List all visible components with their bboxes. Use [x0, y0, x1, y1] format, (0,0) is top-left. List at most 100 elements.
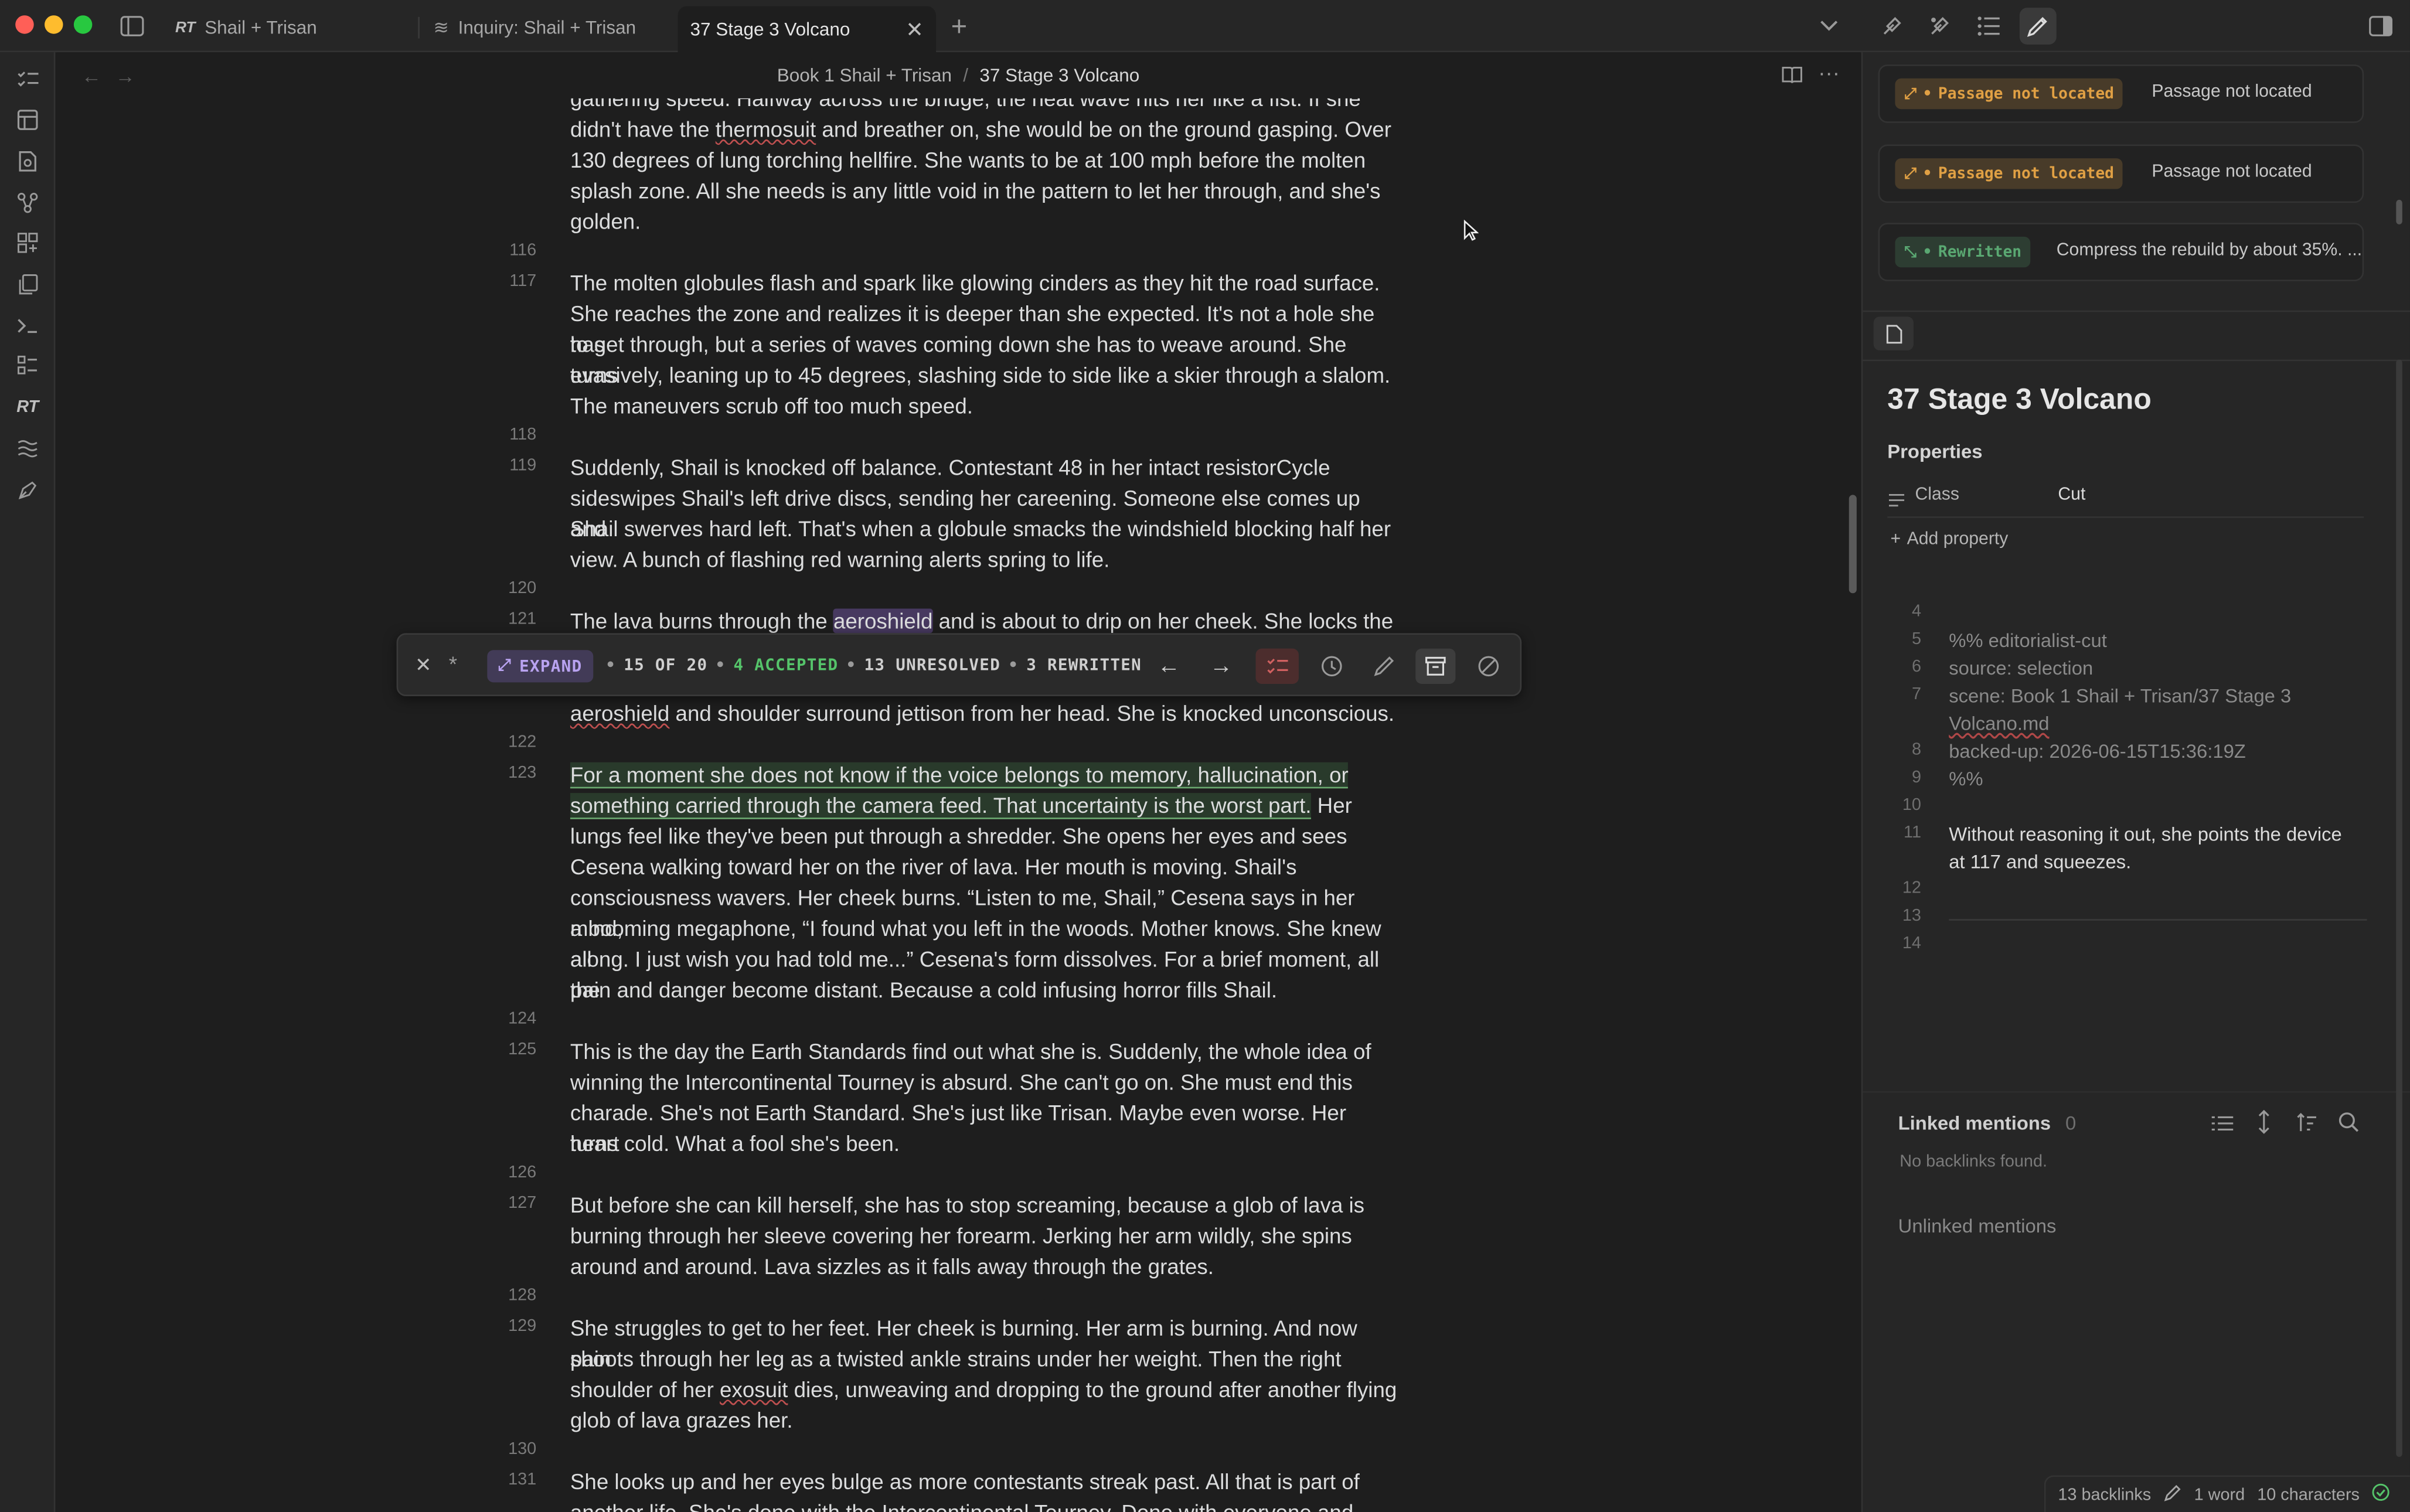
note-content[interactable]: gathering speed. Halfway across the brid… [57, 98, 1860, 1512]
copy-pages-icon[interactable] [14, 271, 42, 298]
text-line[interactable]: something carried through the camera fee… [570, 790, 1400, 820]
embed-line-text[interactable]: %% editorialist-cut [1949, 627, 2379, 655]
tab-37-stage-3-volcano[interactable]: 37 Stage 3 Volcano ✕ [678, 6, 937, 53]
editorialist-pen-icon[interactable] [2019, 8, 2057, 45]
checklist-icon[interactable] [14, 66, 42, 94]
editor-scrollbar[interactable] [1849, 495, 1857, 594]
backlinks-count[interactable]: 13 backlinks [2058, 1486, 2151, 1504]
property-key[interactable]: Class [1915, 486, 1959, 504]
text-line[interactable]: view. A bunch of flashing red warning al… [570, 544, 1400, 574]
previous-arrow-icon[interactable]: ← [1158, 653, 1180, 680]
text-line[interactable]: golden. [570, 206, 1400, 236]
line-number: 128 [508, 1286, 537, 1305]
close-toolbar-icon[interactable]: ✕ [415, 653, 432, 678]
unlinked-mentions-heading[interactable]: Unlinked mentions [1898, 1215, 2057, 1237]
text-line[interactable]: burning through her sleeve covering her … [570, 1220, 1400, 1251]
embed-line-number: 5 [1911, 630, 1921, 649]
text-line[interactable]: shoots through her leg as a twisted ankl… [570, 1343, 1400, 1374]
text-line[interactable]: didn't have the thermosuit and breather … [570, 114, 1400, 144]
expand-collapse-icon[interactable] [2256, 1109, 2272, 1142]
text-line[interactable]: Cesena walking toward her on the river o… [570, 852, 1400, 882]
sidebar-toggle-icon[interactable] [118, 12, 146, 40]
text-line[interactable]: evasively, leaning up to 45 degrees, sla… [570, 360, 1400, 390]
sync-check-icon[interactable] [2372, 1483, 2390, 1506]
tab-shail-trisan[interactable]: RT Shail + Trisan [163, 9, 417, 46]
text-line[interactable]: gathering speed. Halfway across the brid… [570, 98, 1400, 114]
embed-line-text[interactable]: %% [1949, 765, 2379, 793]
text-line[interactable]: But before she can kill herself, she has… [570, 1190, 1400, 1220]
zoom-window-button[interactable] [73, 15, 93, 34]
text-line[interactable]: shoulder of her exosuit dies, unweaving … [570, 1374, 1400, 1404]
waves-icon[interactable] [14, 435, 42, 462]
text-line[interactable]: The maneuvers scrub off too much speed. [570, 390, 1400, 421]
close-window-button[interactable] [15, 15, 34, 34]
file-properties-icon[interactable] [1873, 316, 1914, 350]
expand-arrows-icon: ⤢ [1904, 165, 1917, 182]
layout-icon[interactable] [14, 106, 42, 134]
rt-plugin-icon[interactable]: RT [14, 393, 42, 421]
text-line[interactable]: For a moment she does not know if the vo… [570, 759, 1400, 789]
edit-mode-icon[interactable] [2163, 1483, 2181, 1506]
reject-list-icon[interactable] [1255, 648, 1299, 684]
expand-button[interactable]: ⤢ EXPAND [487, 650, 593, 683]
more-options-icon[interactable]: ··· [1818, 60, 1840, 84]
pin-star-icon[interactable]: * [449, 652, 457, 676]
kanban-icon[interactable] [14, 352, 42, 380]
review-card[interactable]: ⤢ • Passage not located Passage not locate… [1878, 144, 2364, 203]
terminal-icon[interactable] [14, 312, 42, 339]
ai-brush-icon[interactable] [1878, 12, 1906, 40]
text-line[interactable]: glob of lava grazes her. [570, 1405, 1400, 1435]
tab-inquiry[interactable]: ≋ Inquiry: Shail + Trisan [421, 9, 675, 46]
history-clock-icon[interactable] [1320, 655, 1343, 685]
tab-list-chevron-icon[interactable] [1815, 12, 1843, 40]
text-line[interactable]: The molten globules flash and spark like… [570, 267, 1400, 298]
review-card[interactable]: ⤡ • Rewritten Compress the rebuild by abou… [1878, 223, 2364, 281]
property-value[interactable]: Cut [2058, 486, 2085, 504]
text-line[interactable]: 130 degrees of lung torching hellfire. S… [570, 145, 1400, 175]
review-card[interactable]: ⤢ • Passage not located Passage not locate… [1878, 64, 2364, 123]
next-arrow-icon[interactable]: → [1210, 653, 1233, 680]
archive-box-icon[interactable] [1415, 648, 1456, 684]
sort-icon[interactable] [2296, 1111, 2318, 1140]
text-line[interactable]: This is the day the Earth Standards find… [570, 1036, 1400, 1066]
search-icon[interactable] [2338, 1111, 2360, 1140]
text-line[interactable]: winning the Intercontinental Tourney is … [570, 1067, 1400, 1097]
text-line[interactable]: around and around. Lava sizzles as it fa… [570, 1251, 1400, 1282]
add-property-button[interactable]: + Add property [1891, 530, 2009, 549]
text-line[interactable]: Suddenly, Shail is knocked off balance. … [570, 452, 1400, 482]
text-line[interactable]: another life. She's done with the Interc… [570, 1497, 1400, 1512]
text-line[interactable]: splash zone. All she needs is any little… [570, 175, 1400, 206]
list-view-icon[interactable] [2211, 1113, 2234, 1140]
breadcrumb-folder[interactable]: Book 1 Shail + Trisan [777, 64, 952, 86]
close-tab-icon[interactable]: ✕ [906, 16, 924, 43]
cards-scrollbar[interactable] [2396, 199, 2402, 224]
new-tab-icon[interactable]: + [945, 10, 973, 40]
embed-line-text[interactable]: Volcano.md [1949, 710, 2379, 738]
grid-plus-icon[interactable] [14, 229, 42, 257]
file-search-icon[interactable] [14, 148, 42, 175]
text-line[interactable]: Shail swerves hard left. That's when a g… [570, 513, 1400, 544]
outline-list-icon[interactable] [1975, 12, 2003, 40]
text-line[interactable]: lungs feel like they've been put through… [570, 820, 1400, 851]
text-line[interactable]: She looks up and her eyes bulge as more … [570, 1466, 1400, 1497]
text-line[interactable]: aeroshield and shoulder surround jettiso… [570, 698, 1400, 728]
embed-line-text[interactable]: at 117 and squeezes. [1949, 849, 2379, 876]
pen-nib-icon[interactable] [14, 476, 42, 504]
hide-eye-off-icon[interactable] [1477, 655, 1500, 685]
edit-pencil-icon[interactable] [1373, 655, 1395, 685]
sidebar-scrollbar[interactable] [2396, 359, 2402, 1457]
embedded-note[interactable]: 4 5 %% editorialist-cut 6 source: selection 7… [1863, 600, 2410, 968]
embed-line-text[interactable]: backed-up: 2026-06-15T15:36:19Z [1949, 738, 2379, 765]
graph-icon[interactable] [14, 189, 42, 217]
text-line[interactable]: turns cold. What a fool she's been. [570, 1128, 1400, 1159]
embed-line-number: 12 [1902, 879, 1921, 898]
ai-brush-alt-icon[interactable] [1926, 12, 1953, 40]
reading-view-icon[interactable] [1781, 64, 1803, 86]
embed-line-text[interactable]: Without reasoning it out, she points the… [1949, 820, 2379, 848]
embed-line-text[interactable]: scene: Book 1 Shail + Trisan/37 Stage 3 [1949, 682, 2379, 710]
text-line[interactable]: The lava burns through the aeroshield an… [570, 605, 1400, 636]
minimize-window-button[interactable] [45, 15, 63, 34]
embed-line-text[interactable]: source: selection [1949, 655, 2379, 682]
text-line[interactable]: pain and danger become distant. Because … [570, 975, 1400, 1005]
right-sidebar-toggle-icon[interactable] [2367, 12, 2394, 40]
